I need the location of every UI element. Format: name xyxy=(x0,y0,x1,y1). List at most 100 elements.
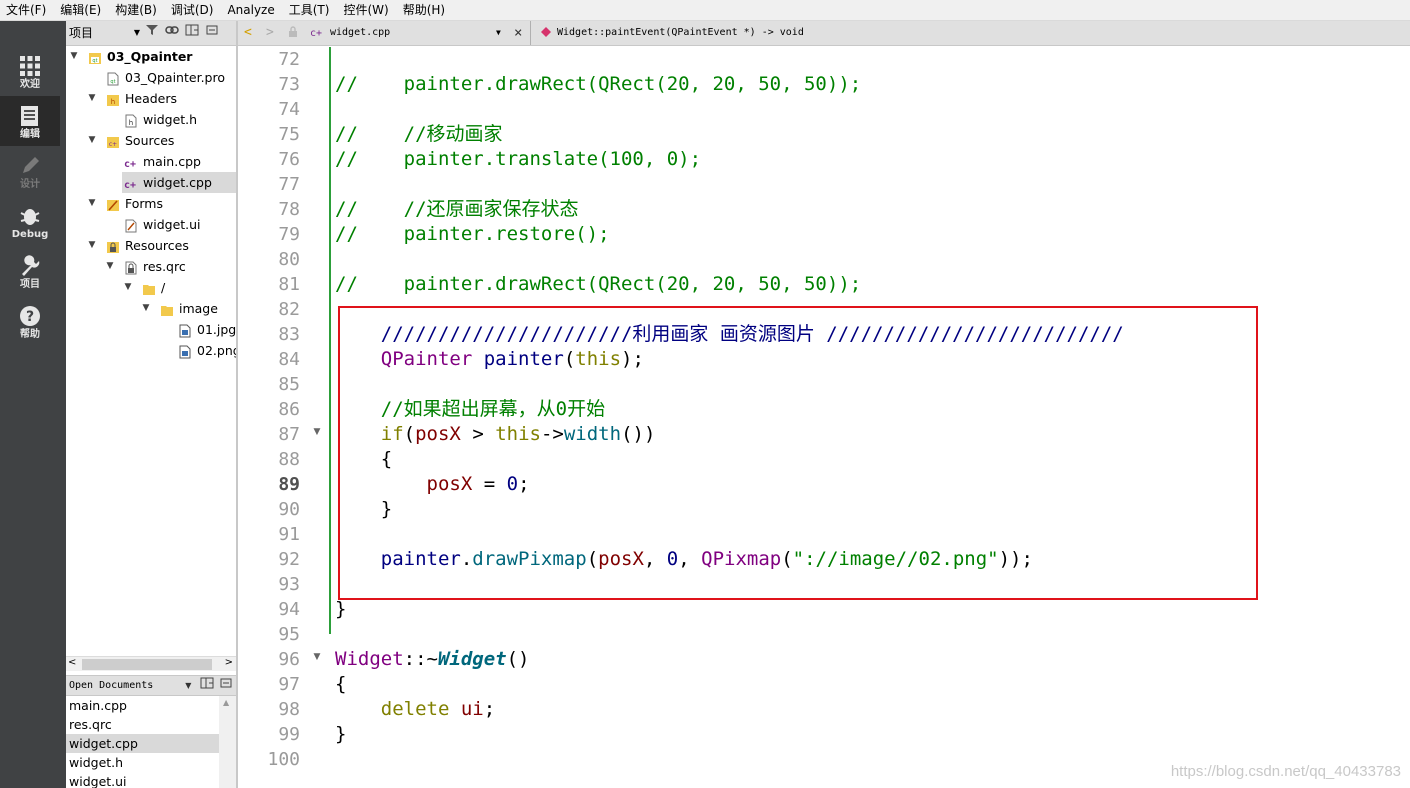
code-line[interactable]: // painter.drawRect(QRect(20, 20, 50, 50… xyxy=(335,72,861,97)
split-icon[interactable] xyxy=(182,23,202,43)
header-file-icon: h xyxy=(124,113,138,128)
chevron-down-icon[interactable]: ▼ xyxy=(179,676,198,696)
tree-item[interactable]: ▼ res.qrc xyxy=(107,256,236,277)
tree-item[interactable]: ▼ / xyxy=(125,277,236,298)
pro-file-icon: qt xyxy=(106,71,120,86)
link-icon[interactable] xyxy=(162,23,182,43)
menu-item[interactable]: 调试(D) xyxy=(165,0,222,20)
tree-item-label: 03_Qpainter xyxy=(107,49,193,64)
menu-item[interactable]: 帮助(H) xyxy=(397,0,453,20)
code-line[interactable]: { xyxy=(335,672,346,697)
expand-arrow-icon[interactable]: ▼ xyxy=(140,298,152,319)
code-line[interactable]: // //移动画家 xyxy=(335,122,503,147)
tree-item[interactable]: 02.png xyxy=(176,340,236,361)
expand-arrow-icon[interactable]: ▼ xyxy=(104,256,116,277)
line-number: 78 xyxy=(278,199,300,220)
expand-arrow-icon[interactable]: ▼ xyxy=(68,46,80,67)
code-token: Widget xyxy=(335,648,404,670)
code-line[interactable]: } xyxy=(335,597,346,622)
cpp-file-icon: c+ xyxy=(124,176,138,191)
tree-item[interactable]: ▼ image xyxy=(143,298,236,319)
fold-marker-icon[interactable]: ▼ xyxy=(312,652,322,662)
expand-arrow-icon[interactable]: ▼ xyxy=(86,235,98,256)
expand-arrow-icon[interactable]: ▼ xyxy=(86,193,98,214)
close-pane-icon[interactable] xyxy=(217,676,236,696)
tree-item-label: res.qrc xyxy=(143,259,186,274)
open-document-item[interactable]: widget.cpp xyxy=(66,734,219,753)
open-document-item[interactable]: main.cpp xyxy=(66,696,219,715)
open-document-item[interactable]: widget.ui xyxy=(66,772,219,788)
forms-folder-icon xyxy=(106,197,120,211)
tree-item[interactable]: ▼ Resources xyxy=(89,235,236,256)
open-document-item[interactable]: res.qrc xyxy=(66,715,219,734)
mode-projects-button[interactable]: 项目 xyxy=(0,246,60,296)
view-selector-combo[interactable]: 项目 ▼ xyxy=(66,23,142,43)
code-line[interactable]: delete ui; xyxy=(335,697,495,722)
symbol-selector-combo[interactable]: Widget::paintEvent(QPaintEvent *) -> voi… xyxy=(557,21,804,45)
menu-item[interactable]: Analyze xyxy=(221,0,282,20)
ui-file-icon xyxy=(124,218,138,233)
code-token: // painter.drawRect(QRect(20, 20, 50, 50… xyxy=(335,273,862,295)
tree-item[interactable]: ▼ qt 03_Qpainter xyxy=(71,46,236,67)
editor-toolbar: < > c+ widget.cpp ▼ × Widget::paintEvent… xyxy=(238,21,1410,46)
code-line[interactable]: Widget::~Widget() xyxy=(335,647,530,672)
close-file-icon[interactable]: × xyxy=(514,21,522,45)
resources-folder-icon xyxy=(106,239,120,253)
open-documents-scrollbar[interactable]: ▲ xyxy=(219,696,236,788)
code-token: // painter.drawRect(QRect(20, 20, 50, 50… xyxy=(335,73,862,95)
open-document-item[interactable]: widget.h xyxy=(66,753,219,772)
code-token: // //移动画家 xyxy=(335,123,503,145)
tree-item[interactable]: c+ main.cpp xyxy=(122,151,236,172)
split-icon[interactable] xyxy=(198,676,217,696)
scroll-up-icon[interactable]: ▲ xyxy=(223,698,229,707)
menu-item[interactable]: 构建(B) xyxy=(109,0,165,20)
expand-arrow-icon[interactable]: ▼ xyxy=(122,277,134,298)
chevron-down-icon[interactable]: ▼ xyxy=(496,21,501,45)
menu-item[interactable]: 工具(T) xyxy=(283,0,338,20)
tree-item[interactable]: h widget.h xyxy=(122,109,236,130)
mode-help-button[interactable]: ? 帮助 xyxy=(0,296,60,346)
code-line[interactable]: // painter.translate(100, 0); xyxy=(335,147,701,172)
mode-edit-button[interactable]: 编辑 xyxy=(0,96,60,146)
forward-arrow-icon[interactable]: > xyxy=(266,21,274,45)
mode-debug-button[interactable]: Debug xyxy=(0,196,60,246)
code-token: ui xyxy=(460,698,484,720)
svg-text:qt: qt xyxy=(110,79,115,85)
tree-item-label: widget.ui xyxy=(143,217,201,232)
code-line[interactable]: // painter.restore(); xyxy=(335,222,610,247)
mode-label: 项目 xyxy=(20,279,40,290)
tree-item[interactable]: ▼ c+ Sources xyxy=(89,130,236,151)
tree-item-label: 01.jpg xyxy=(197,322,236,337)
tree-item[interactable]: widget.ui xyxy=(122,214,236,235)
mode-design-button[interactable]: 设计 xyxy=(0,146,60,196)
code-line[interactable]: // //还原画家保存状态 xyxy=(335,197,579,222)
code-token: ; xyxy=(483,698,496,720)
tree-item[interactable]: c+ widget.cpp xyxy=(122,172,236,193)
code-line[interactable]: // painter.drawRect(QRect(20, 20, 50, 50… xyxy=(335,272,861,297)
tree-item[interactable]: qt 03_Qpainter.pro xyxy=(104,67,236,88)
fold-marker-icon[interactable]: ▼ xyxy=(312,427,322,437)
filter-icon[interactable] xyxy=(142,23,162,43)
code-line[interactable]: } xyxy=(335,722,346,747)
menu-item[interactable]: 文件(F) xyxy=(0,0,54,20)
tree-item[interactable]: ▼ h Headers xyxy=(89,88,236,109)
tree-item[interactable]: 01.jpg xyxy=(176,319,236,340)
back-arrow-icon[interactable]: < xyxy=(244,21,252,45)
scroll-right-icon[interactable]: > xyxy=(225,657,233,668)
menu-item[interactable]: 编辑(E) xyxy=(54,0,109,20)
sources-folder-icon: c+ xyxy=(106,134,120,148)
mode-welcome-button[interactable]: 欢迎 xyxy=(0,46,60,96)
expand-arrow-icon[interactable]: ▼ xyxy=(86,88,98,109)
current-file-combo[interactable]: widget.cpp xyxy=(330,21,390,45)
tree-item[interactable]: ▼ Forms xyxy=(89,193,236,214)
tree-item-label: 02.png xyxy=(197,343,236,358)
close-pane-icon[interactable] xyxy=(202,23,222,43)
expand-arrow-icon[interactable]: ▼ xyxy=(86,130,98,151)
tree-horizontal-scrollbar[interactable]: < > xyxy=(66,656,236,671)
line-number: 75 xyxy=(278,124,300,145)
scrollbar-thumb[interactable] xyxy=(82,659,212,670)
line-number: 93 xyxy=(278,574,300,595)
open-documents-title: Open Documents xyxy=(69,680,154,691)
menu-item[interactable]: 控件(W) xyxy=(337,0,396,20)
scroll-left-icon[interactable]: < xyxy=(68,657,76,668)
